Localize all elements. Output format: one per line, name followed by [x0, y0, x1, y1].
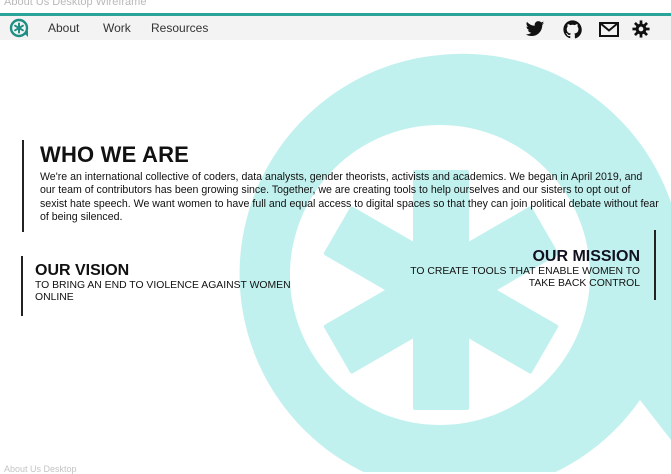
github-icon[interactable] [561, 19, 583, 39]
who-we-are-section: WHO WE ARE We're an international collec… [22, 140, 664, 232]
mission-section: OUR MISSION TO CREATE TOOLS THAT ENABLE … [400, 230, 656, 300]
mission-title: OUR MISSION [532, 248, 640, 265]
vision-section: OUR VISION TO BRING AN END TO VIOLENCE A… [21, 256, 313, 316]
mission-text: TO CREATE TOOLS THAT ENABLE WOMEN TO TAK… [410, 266, 640, 290]
nav-link-about[interactable]: About [48, 21, 79, 35]
who-we-are-body: We're an international collective of cod… [40, 171, 659, 224]
who-we-are-title: WHO WE ARE [40, 142, 190, 167]
top-navbar: About Work Resources [0, 13, 671, 40]
mail-icon[interactable] [598, 19, 620, 39]
nav-link-resources[interactable]: Resources [151, 21, 208, 35]
logo-icon[interactable] [9, 18, 29, 38]
nav-link-work[interactable]: Work [103, 21, 131, 35]
vision-text: TO BRING AN END TO VIOLENCE AGAINST WOME… [35, 280, 291, 304]
frame-title: About Us Desktop Wireframe [4, 0, 147, 8]
settings-icon[interactable] [630, 19, 652, 39]
frame-footer-label: About Us Desktop [4, 464, 77, 474]
vision-title: OUR VISION [35, 262, 130, 279]
twitter-icon[interactable] [524, 19, 546, 39]
